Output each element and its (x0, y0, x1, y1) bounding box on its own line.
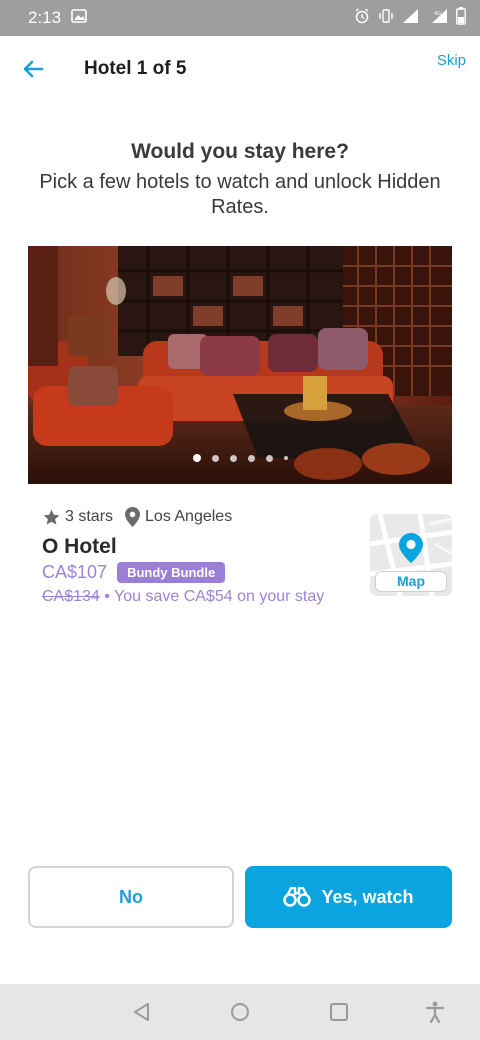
accessibility-icon (425, 1001, 445, 1023)
map-pin-icon (399, 533, 423, 563)
hotel-city: Los Angeles (145, 508, 233, 525)
alarm-icon (354, 7, 370, 29)
nav-back-button[interactable] (130, 1000, 154, 1024)
bundle-badge: Bundy Bundle (117, 562, 226, 583)
hotel-photo-carousel[interactable] (28, 246, 452, 484)
hotel-price: CA$107 (42, 562, 108, 582)
lte-signal-icon: 4G (428, 8, 448, 29)
location-pin-icon (125, 507, 141, 527)
savings-text: • You save CA$54 on your stay (99, 588, 325, 605)
signal-icon (402, 8, 420, 29)
prompt: Would you stay here? Pick a few hotels t… (0, 140, 480, 220)
svg-text:4G: 4G (434, 11, 441, 17)
binoculars-icon (283, 887, 312, 907)
carousel-dot[interactable] (265, 454, 273, 462)
hotel-info: 3 stars Los Angeles O Hotel CA$107 Bundy… (42, 504, 362, 606)
skip-button[interactable]: Skip (437, 52, 466, 69)
star-icon (43, 509, 60, 525)
carousel-dot[interactable] (229, 454, 237, 462)
map-button[interactable]: Map (370, 514, 452, 596)
status-bar: 2:13 4G (0, 0, 480, 36)
vibrate-icon (378, 8, 394, 29)
triangle-back-icon (134, 1003, 149, 1021)
savings-row: CA$134 • You save CA$54 on your stay (42, 588, 362, 606)
system-nav-bar (0, 984, 480, 1040)
prompt-subtitle: Pick a few hotels to watch and unlock Hi… (39, 171, 441, 218)
hotel-name: O Hotel (42, 535, 117, 558)
hotel-meta: 3 stars Los Angeles (42, 504, 362, 530)
no-button[interactable]: No (28, 866, 234, 928)
no-button-label: No (119, 886, 143, 907)
back-button[interactable] (18, 54, 48, 84)
carousel-dot[interactable] (192, 454, 201, 462)
image-icon (71, 8, 87, 28)
page-title: Hotel 1 of 5 (84, 58, 187, 79)
carousel-dots (28, 454, 452, 462)
carousel-dot[interactable] (211, 454, 219, 462)
status-left: 2:13 (28, 8, 87, 28)
carousel-dot[interactable] (283, 456, 288, 460)
hotel-lounge-photo (28, 246, 452, 484)
old-price: CA$134 (42, 588, 100, 605)
battery-icon (456, 6, 466, 30)
status-right: 4G (354, 6, 466, 30)
map-label: Map (375, 571, 447, 592)
yes-watch-button[interactable]: Yes, watch (245, 866, 452, 928)
star-rating: 3 stars (65, 508, 114, 525)
arrow-left-icon (23, 60, 44, 78)
header: Hotel 1 of 5 Skip (0, 36, 480, 102)
nav-recents-button[interactable] (327, 1000, 351, 1024)
prompt-title: Would you stay here? (131, 140, 349, 163)
yes-button-label: Yes, watch (321, 886, 414, 907)
nav-home-button[interactable] (228, 1000, 252, 1024)
circle-home-icon (231, 1003, 249, 1021)
price-row: CA$107 Bundy Bundle (42, 562, 362, 583)
carousel-dot[interactable] (247, 454, 255, 462)
status-time: 2:13 (28, 8, 62, 27)
nav-accessibility-button[interactable] (423, 1000, 447, 1024)
square-recents-icon (330, 1003, 348, 1021)
